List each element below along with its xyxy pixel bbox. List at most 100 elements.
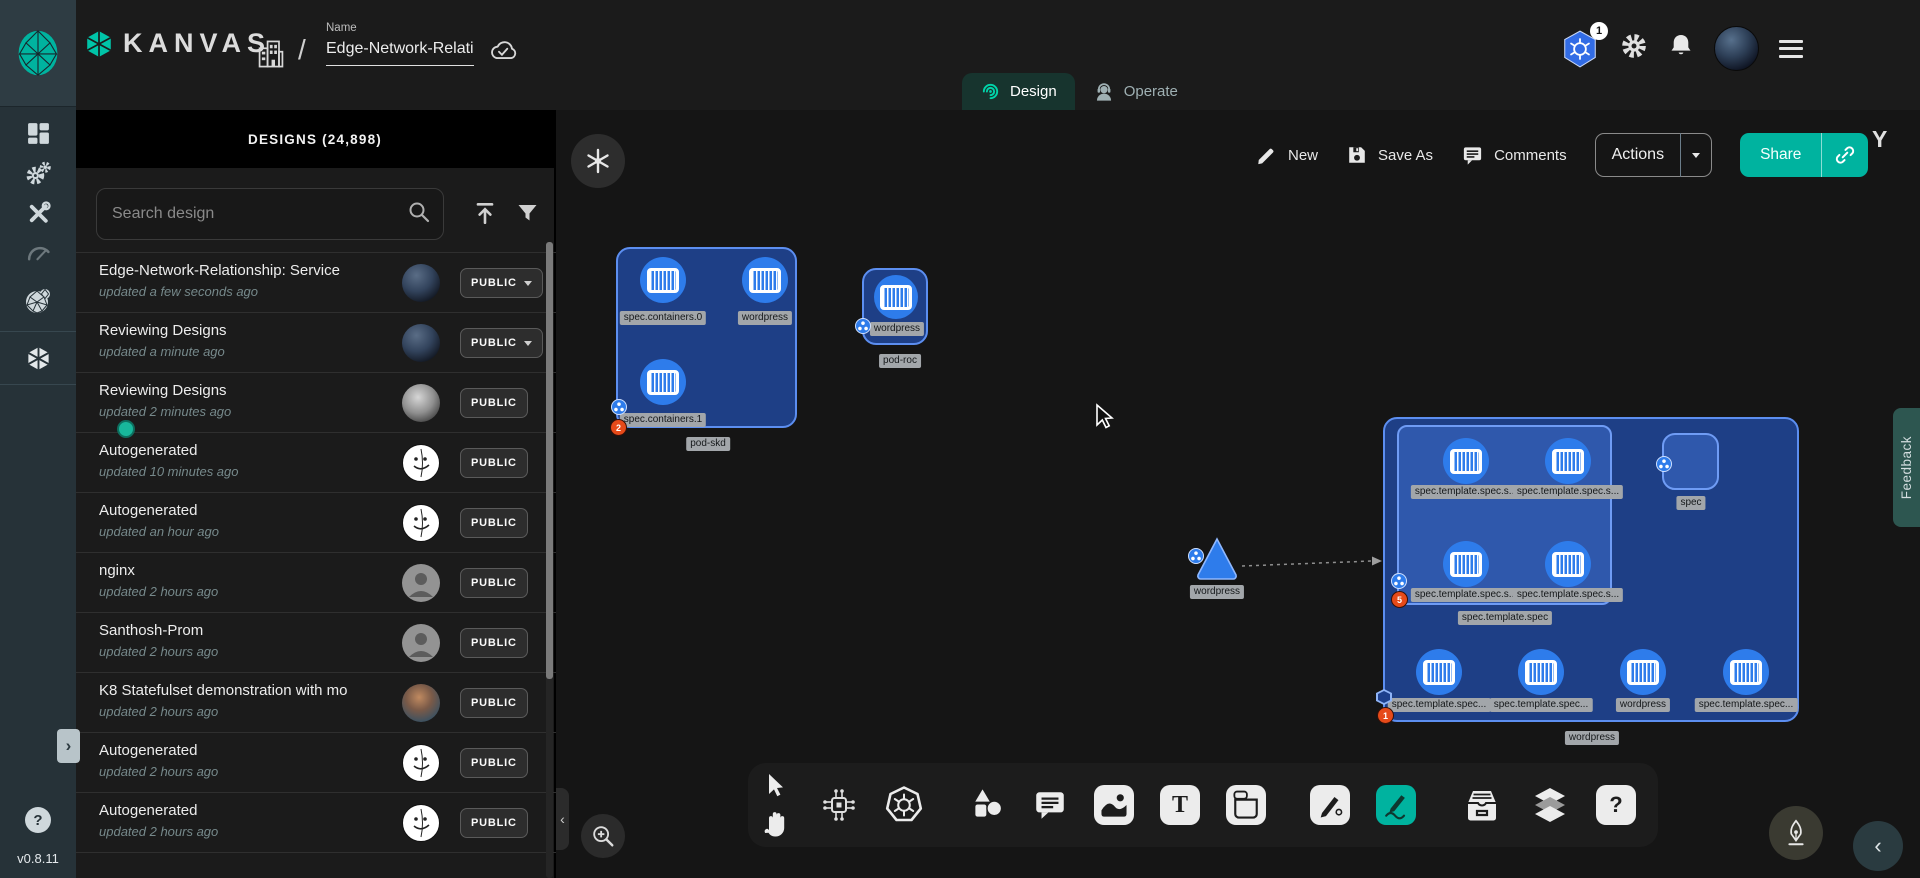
container-node[interactable] <box>640 257 686 303</box>
container-node[interactable] <box>1545 438 1591 484</box>
nav-kanvas[interactable] <box>0 338 76 378</box>
new-button[interactable]: New <box>1256 144 1318 166</box>
comments-button[interactable]: Comments <box>1461 144 1567 167</box>
select-tool[interactable] <box>762 772 788 798</box>
node-spec[interactable] <box>1662 433 1719 490</box>
designs-panel: DESIGNS (24,898) Edge-Network-Relationsh… <box>76 110 556 878</box>
layers-tool[interactable] <box>1530 784 1570 826</box>
container-node[interactable] <box>874 275 918 319</box>
design-row[interactable]: Autogenerated updated 10 minutes ago PUB… <box>76 432 556 492</box>
visibility-badge[interactable]: PUBLIC <box>460 748 528 778</box>
node-deployment-wordpress[interactable]: spec.template.spec.s... spec.template.sp… <box>1383 417 1799 722</box>
user-avatar[interactable] <box>1714 26 1759 71</box>
node-pod-template[interactable]: spec.template.spec.s... spec.template.sp… <box>1397 425 1612 605</box>
comment-annotation-tool[interactable] <box>1032 787 1068 823</box>
design-row[interactable]: K8 Statefulset demonstration with mo upd… <box>76 672 556 732</box>
text-tool[interactable]: T <box>1160 785 1200 825</box>
kubernetes-tool[interactable] <box>884 785 924 825</box>
visibility-badge[interactable]: PUBLIC <box>460 628 528 658</box>
settings-button[interactable] <box>1620 32 1648 65</box>
visibility-badge[interactable]: PUBLIC <box>460 688 528 718</box>
design-row[interactable]: nginx updated 2 hours ago PUBLIC <box>76 552 556 612</box>
visibility-badge[interactable]: PUBLIC <box>460 568 528 598</box>
header-right-cluster: 1 <box>1560 26 1803 71</box>
shapes-tool[interactable] <box>968 787 1006 823</box>
design-name-input[interactable] <box>326 34 474 66</box>
toolkit-icon <box>25 200 52 227</box>
actions-split-button[interactable]: Actions <box>1595 133 1712 177</box>
notifications-button[interactable] <box>1668 32 1694 65</box>
components-tool[interactable] <box>820 786 858 824</box>
yaml-panel-toggle[interactable]: Y <box>1872 126 1887 153</box>
copy-link-button[interactable] <box>1822 144 1868 166</box>
container-node[interactable] <box>742 257 788 303</box>
design-row[interactable]: Santhosh-Prom updated 2 hours ago PUBLIC <box>76 612 556 672</box>
tab-design[interactable]: Design <box>962 73 1075 110</box>
design-row[interactable]: Autogenerated updated 2 hours ago PUBLIC <box>76 732 556 792</box>
container-node[interactable] <box>1545 541 1591 587</box>
organization-icon[interactable] <box>256 38 286 75</box>
feedback-tab[interactable]: Feedback <box>1893 408 1920 527</box>
container-node[interactable] <box>1620 649 1666 695</box>
visibility-badge[interactable]: PUBLIC <box>460 268 543 298</box>
rail-bottom: ? v0.8.11 <box>0 807 76 878</box>
nav-extensions[interactable] <box>0 281 76 321</box>
design-row[interactable]: Reviewing Designs updated 2 minutes ago … <box>76 372 556 432</box>
node-label: wordpress <box>1616 698 1670 712</box>
nav-configuration[interactable] <box>0 193 76 233</box>
nav-performance[interactable] <box>0 233 76 273</box>
nav-dashboard[interactable] <box>0 113 76 153</box>
node-pod-roc[interactable]: wordpress pod-roc <box>862 268 928 345</box>
panel-expand-handle[interactable]: › <box>57 729 80 763</box>
kubernetes-context-button[interactable]: 1 <box>1560 29 1600 69</box>
node-service-wordpress[interactable]: wordpress <box>1194 535 1240 581</box>
design-row[interactable]: Reviewing Designs updated a minute ago P… <box>76 312 556 372</box>
design-row[interactable]: Autogenerated updated 2 hours ago PUBLIC <box>76 792 556 852</box>
kanvas-brand[interactable]: KANVAS <box>84 28 271 59</box>
design-updated: updated 2 hours ago <box>99 704 218 719</box>
visibility-badge[interactable]: PUBLIC <box>460 808 528 838</box>
help-icon[interactable]: ? <box>25 807 51 833</box>
visibility-badge[interactable]: PUBLIC <box>460 388 528 418</box>
zoom-button[interactable] <box>581 814 625 858</box>
design-row[interactable]: Edge-Network-Relationship: Service updat… <box>76 252 556 312</box>
container-node[interactable] <box>1416 649 1462 695</box>
pan-tool[interactable] <box>762 810 788 838</box>
container-node[interactable] <box>1443 541 1489 587</box>
node-name-label: pod-roc <box>879 354 921 368</box>
visibility-badge[interactable]: PUBLIC <box>460 508 528 538</box>
freehand-draw-tool[interactable] <box>1376 785 1416 825</box>
filter-button[interactable] <box>510 196 544 230</box>
actions-dropdown-toggle[interactable] <box>1681 153 1711 158</box>
panel-scrollbar-thumb[interactable] <box>546 242 553 679</box>
collapse-left-handle[interactable]: ‹ <box>556 788 569 850</box>
visibility-badge[interactable]: PUBLIC <box>460 328 543 358</box>
collapse-right-button[interactable]: ‹ <box>1853 821 1903 871</box>
save-as-button[interactable]: Save As <box>1346 144 1433 166</box>
nav-lifecycle[interactable] <box>0 153 76 193</box>
container-node[interactable] <box>1723 649 1769 695</box>
import-design-button[interactable] <box>468 196 502 230</box>
search-input[interactable] <box>97 205 407 223</box>
dock-toggle-button[interactable] <box>571 134 625 188</box>
toolbar-help-button[interactable]: ? <box>1596 785 1636 825</box>
image-tool[interactable] <box>1094 785 1134 825</box>
design-canvas[interactable]: New Save As Comments Actions Share <box>556 110 1920 878</box>
meshery-logo-tile[interactable] <box>0 0 76 107</box>
container-node[interactable] <box>1443 438 1489 484</box>
text-tool-glyph: T <box>1172 792 1188 819</box>
drawer-tool[interactable] <box>1460 785 1504 825</box>
share-split-button[interactable]: Share <box>1740 133 1868 177</box>
note-tool[interactable] <box>1226 785 1266 825</box>
tab-operate[interactable]: Operate <box>1075 73 1196 110</box>
pen-tool[interactable] <box>1310 785 1350 825</box>
component-tools <box>798 763 946 847</box>
node-pod-skd[interactable]: spec.containers.0 wordpress spec.contain… <box>616 247 797 428</box>
signature-pen-button[interactable] <box>1769 806 1823 860</box>
design-updated: updated an hour ago <box>99 524 219 539</box>
visibility-badge[interactable]: PUBLIC <box>460 448 528 478</box>
container-node[interactable] <box>640 359 686 405</box>
design-row[interactable]: Autogenerated updated an hour ago PUBLIC <box>76 492 556 552</box>
container-node[interactable] <box>1518 649 1564 695</box>
menu-button[interactable] <box>1779 40 1803 58</box>
